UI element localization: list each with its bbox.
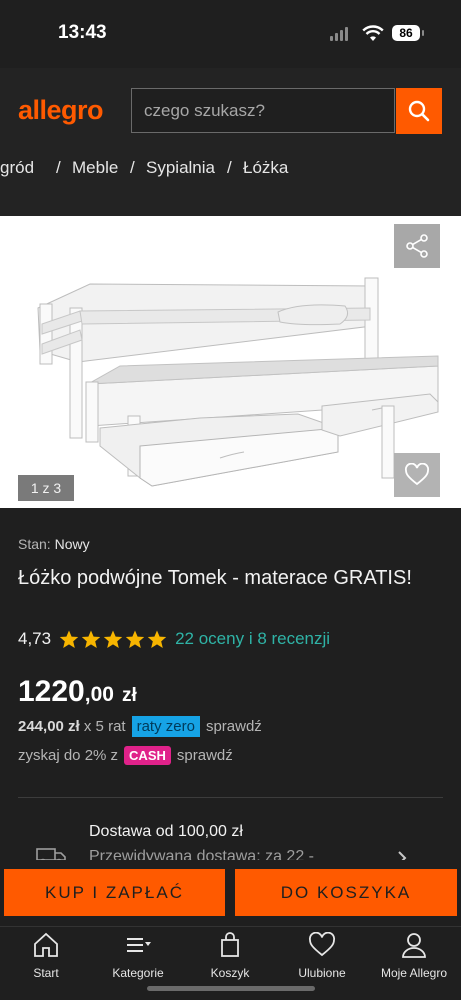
- wifi-icon: [362, 25, 384, 41]
- nav-start[interactable]: Start: [0, 932, 92, 980]
- status-bar: 13:43 86: [0, 0, 461, 68]
- status-time: 13:43: [58, 22, 107, 43]
- product-image[interactable]: [0, 216, 461, 508]
- battery-indicator: 86: [392, 25, 424, 41]
- breadcrumb-item[interactable]: gród: [0, 158, 34, 178]
- heart-icon: [309, 932, 335, 957]
- breadcrumb-item[interactable]: Łóżka: [243, 158, 288, 178]
- rating[interactable]: 4,73 22 oceny i 8 recenzji: [18, 629, 330, 649]
- breadcrumb: gród / Meble / Sypialnia / Łóżka: [0, 158, 289, 178]
- cashback: zyskaj do 2% z CASH sprawdź: [18, 746, 233, 765]
- raty-zero-badge: raty zero: [131, 716, 200, 737]
- star-icon: [125, 630, 145, 648]
- installment-check-link[interactable]: sprawdź: [206, 718, 262, 735]
- installments: 244,00 zł x 5 rat raty zero sprawdź: [18, 716, 262, 737]
- nav-my-allegro[interactable]: Moje Allegro: [368, 932, 460, 980]
- favorite-button[interactable]: [394, 453, 440, 497]
- nav-categories[interactable]: Kategorie: [92, 932, 184, 980]
- condition-value: Nowy: [54, 536, 90, 552]
- allegro-logo[interactable]: allegro: [18, 95, 104, 126]
- breadcrumb-item[interactable]: Meble: [72, 158, 118, 178]
- nav-cart[interactable]: Koszyk: [184, 932, 276, 980]
- add-to-cart-button[interactable]: DO KOSZYKA: [235, 869, 457, 916]
- reviews-link[interactable]: 22 oceny i 8 recenzji: [175, 629, 330, 649]
- star-icon: [147, 630, 167, 648]
- home-indicator: [147, 986, 315, 991]
- user-icon: [402, 933, 426, 958]
- nav-favorites[interactable]: Ulubione: [276, 932, 368, 980]
- gallery-counter: 1 z 3: [18, 475, 74, 501]
- share-icon: [406, 234, 428, 258]
- star-icon: [103, 630, 123, 648]
- rating-score: 4,73: [18, 629, 52, 648]
- share-button[interactable]: [394, 224, 440, 268]
- product-title: Łóżko podwójne Tomek - materace GRATIS!: [18, 567, 412, 589]
- star-icon: [59, 630, 79, 648]
- search-icon: [408, 100, 430, 122]
- categories-icon: [127, 938, 151, 952]
- rating-stars: [59, 630, 167, 649]
- star-icon: [81, 630, 101, 648]
- condition: Stan: Nowy: [18, 536, 90, 552]
- cashback-check-link[interactable]: sprawdź: [177, 747, 233, 764]
- installment-amount: 244,00 zł: [18, 718, 80, 735]
- delivery-title[interactable]: Dostawa od 100,00 zł: [89, 823, 243, 841]
- home-icon: [34, 932, 58, 957]
- cash-badge: CASH: [124, 746, 171, 765]
- buy-now-button[interactable]: KUP I ZAPŁAĆ: [4, 869, 225, 916]
- breadcrumb-item[interactable]: Sypialnia: [146, 158, 215, 178]
- cart-icon: [221, 932, 239, 957]
- price: 1220,00 zł: [18, 675, 137, 708]
- product-gallery[interactable]: [0, 216, 461, 508]
- search-input[interactable]: [131, 88, 395, 133]
- search-button[interactable]: [396, 88, 442, 134]
- signal-icon: [330, 27, 348, 41]
- divider: [18, 797, 443, 798]
- heart-icon: [405, 463, 429, 486]
